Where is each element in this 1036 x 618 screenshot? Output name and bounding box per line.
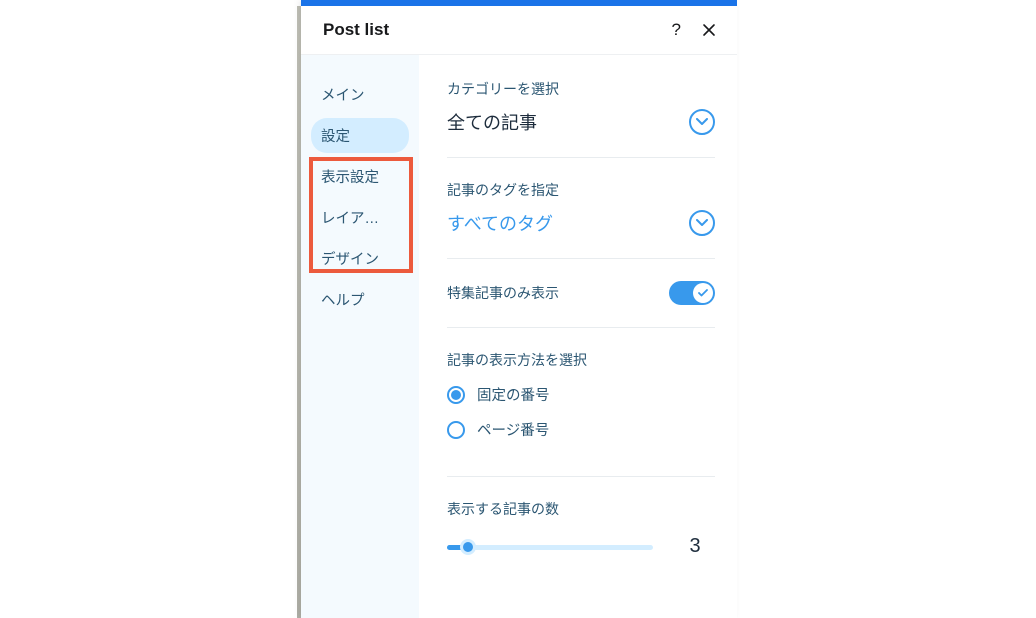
header-actions: ? <box>672 20 717 40</box>
chevron-down-icon <box>689 109 715 135</box>
panel-header: Post list ? <box>301 6 737 55</box>
sidebar-item-main[interactable]: メイン <box>311 77 409 112</box>
sidebar-item-settings[interactable]: 設定 <box>311 118 409 153</box>
main-content: カテゴリーを選択 全ての記事 記事のタグを指定 すべてのタグ <box>419 55 737 618</box>
toggle-knob <box>693 283 713 303</box>
display-method-label: 記事の表示方法を選択 <box>447 350 715 370</box>
featured-label: 特集記事のみ表示 <box>447 283 559 303</box>
radio-circle-icon <box>447 386 465 404</box>
slider-thumb <box>460 539 476 555</box>
help-icon[interactable]: ? <box>672 20 681 40</box>
chevron-down-icon <box>689 210 715 236</box>
tags-dropdown[interactable]: すべてのタグ <box>447 210 715 236</box>
tags-label: 記事のタグを指定 <box>447 180 715 200</box>
count-value: 3 <box>675 535 715 558</box>
panel-title: Post list <box>323 20 389 40</box>
sidebar: メイン 設定 表示設定 レイア… デザイン ヘルプ <box>301 55 419 618</box>
slider-track <box>447 545 653 550</box>
featured-toggle-row: 特集記事のみ表示 <box>447 281 715 305</box>
close-icon[interactable] <box>701 22 717 38</box>
featured-toggle[interactable] <box>669 281 715 305</box>
count-slider[interactable] <box>447 537 653 557</box>
tags-section: 記事のタグを指定 すべてのタグ <box>447 180 715 259</box>
display-method-section: 記事の表示方法を選択 固定の番号 ページ番号 <box>447 350 715 477</box>
radio-fixed-number[interactable]: 固定の番号 <box>447 384 715 405</box>
sidebar-item-layout[interactable]: レイア… <box>311 200 409 235</box>
radio-label: ページ番号 <box>477 419 549 440</box>
category-label: カテゴリーを選択 <box>447 79 715 99</box>
category-section: カテゴリーを選択 全ての記事 <box>447 79 715 158</box>
count-label: 表示する記事の数 <box>447 499 715 519</box>
sidebar-item-design[interactable]: デザイン <box>311 241 409 276</box>
display-method-radio-group: 固定の番号 ページ番号 <box>447 384 715 440</box>
panel-body: メイン 設定 表示設定 レイア… デザイン ヘルプ カテゴリーを選択 全ての記事… <box>301 55 737 618</box>
sidebar-item-help[interactable]: ヘルプ <box>311 282 409 317</box>
radio-page-number[interactable]: ページ番号 <box>447 419 715 440</box>
radio-label: 固定の番号 <box>477 384 550 405</box>
count-section: 表示する記事の数 3 <box>447 499 715 580</box>
featured-section: 特集記事のみ表示 <box>447 281 715 328</box>
tags-value: すべてのタグ <box>447 210 553 236</box>
category-value: 全ての記事 <box>447 109 537 135</box>
settings-panel: Post list ? メイン 設定 表示設定 レイア… デザイン ヘルプ カテ… <box>301 0 737 618</box>
sidebar-item-display-settings[interactable]: 表示設定 <box>311 159 409 194</box>
radio-circle-icon <box>447 421 465 439</box>
category-dropdown[interactable]: 全ての記事 <box>447 109 715 135</box>
count-slider-row: 3 <box>447 535 715 558</box>
